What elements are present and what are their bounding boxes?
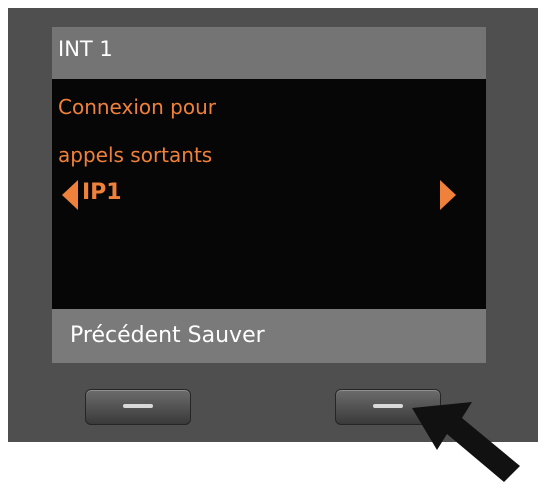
left-softkey-button[interactable] — [85, 389, 191, 425]
pointing-arrow-icon — [412, 402, 520, 482]
softkey-dash-icon — [373, 404, 403, 408]
screen-title: INT 1 — [58, 37, 113, 61]
softkey-dash-icon — [123, 404, 153, 408]
title-bar — [52, 27, 486, 79]
left-arrow-icon[interactable] — [62, 180, 78, 210]
menu-label-line1: Connexion pour — [58, 95, 216, 119]
selected-connection-value[interactable]: IP1 — [82, 180, 122, 206]
softkey-labels: Précédent Sauver — [70, 323, 265, 348]
menu-label-line2: appels sortants — [58, 143, 213, 167]
right-arrow-icon[interactable] — [440, 180, 456, 210]
